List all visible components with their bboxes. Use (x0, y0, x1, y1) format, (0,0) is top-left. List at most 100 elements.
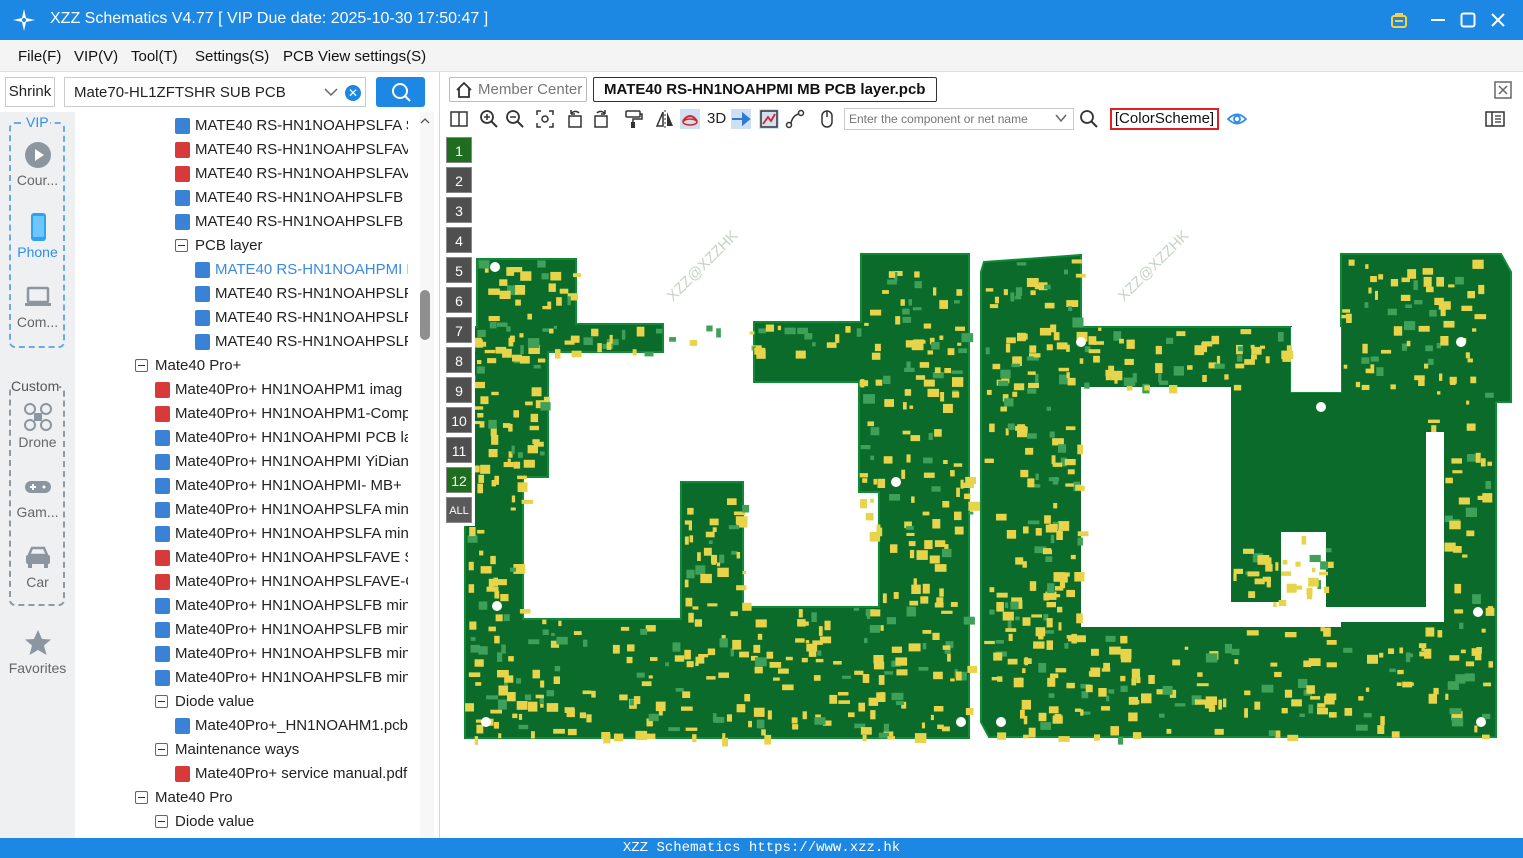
color-scheme-button[interactable]: [ColorScheme] (1110, 108, 1219, 130)
tree-file-row[interactable]: MATE40 RS-HN1NOAHPMI M (195, 258, 408, 282)
layer-button-6[interactable]: 6 (446, 287, 472, 313)
sidebar-item-gamepad[interactable]: Gam... (0, 472, 75, 520)
layer-button-3[interactable]: 3 (446, 197, 472, 223)
menu-tool[interactable]: Tool(T) (131, 48, 178, 65)
mouse-icon[interactable] (817, 109, 837, 129)
collapse-toggle-icon[interactable] (155, 815, 168, 828)
layer-button-7[interactable]: 7 (446, 317, 472, 343)
collapse-toggle-icon[interactable] (155, 743, 168, 756)
board-search-combo[interactable]: Mate70-HL1ZFTSHR SUB PCB ✕ (64, 77, 366, 107)
net-search-input[interactable] (844, 108, 1074, 130)
layer-button-1[interactable]: 1 (446, 137, 472, 163)
sidebar-item-car[interactable]: Car (0, 542, 75, 590)
tree-group-row[interactable]: Maintenance ways (155, 738, 408, 762)
collapse-toggle-icon[interactable] (175, 239, 188, 252)
tab-pcb-file[interactable]: MATE40 RS-HN1NOAHPMI MB PCB layer.pcb (593, 77, 937, 102)
tree-file-row[interactable]: Mate40Pro+ HN1NOAHPSLFB min (155, 618, 408, 642)
3d-view-button[interactable]: 3D (707, 110, 726, 127)
tree-file-row[interactable]: Mate40Pro+ HN1NOAHPSLFB min (155, 642, 408, 666)
board-search-value[interactable]: Mate70-HL1ZFTSHR SUB PCB (74, 84, 286, 101)
tree-file-row[interactable]: MATE40 RS-HN1NOAHPSLFA SU (175, 114, 408, 138)
layer-button-8[interactable]: 8 (446, 347, 472, 373)
tree-file-row[interactable]: Mate40Pro+ HN1NOAHPSLFAVE S (155, 546, 408, 570)
tree-file-row[interactable]: Mate40Pro+ HN1NOAHPM1 imag (155, 378, 408, 402)
net-highlight-icon[interactable] (759, 109, 779, 129)
tree-group-row[interactable]: Mate40 Pro+ (135, 354, 408, 378)
ghost-view-icon[interactable] (680, 109, 700, 129)
tree-file-row[interactable]: MATE40 RS-HN1NOAHPSLFAVE (175, 162, 408, 186)
search-icon[interactable] (1079, 109, 1099, 129)
collapse-toggle-icon[interactable] (155, 695, 168, 708)
search-button[interactable] (376, 77, 425, 107)
tree-file-row[interactable]: MATE40 RS-HN1NOAHPSLFB (195, 306, 408, 330)
vip-bag-icon[interactable] (1385, 6, 1413, 34)
minimize-button[interactable] (1424, 6, 1452, 34)
split-view-icon[interactable] (449, 109, 469, 129)
tree-file-row[interactable]: Mate40Pro+ HN1NOAHPSLFA min (155, 498, 408, 522)
sidebar-item-favorites[interactable]: Favorites (0, 628, 75, 676)
rotate-left-icon[interactable] (565, 109, 585, 129)
pcb-pad (1064, 269, 1068, 275)
tree-file-row[interactable]: Mate40Pro+ HN1NOAHPSLFA min (155, 522, 408, 546)
pcb-pad (532, 669, 540, 679)
tree-file-row[interactable]: Mate40Pro+ HN1NOAHPSLFB min (155, 594, 408, 618)
zoom-out-icon[interactable] (505, 109, 525, 129)
paint-roller-icon[interactable] (623, 109, 643, 129)
tree-group-row[interactable]: Mate40 Pro (135, 786, 408, 810)
tree-scrollbar[interactable] (420, 112, 434, 838)
menu-settings[interactable]: Settings(S) (195, 48, 269, 65)
tree-file-row[interactable]: MATE40 RS-HN1NOAHPSLFAVE (175, 138, 408, 162)
menu-file[interactable]: File(F) (18, 48, 61, 65)
sidebar-item-courses[interactable]: Cour... (0, 140, 75, 188)
fit-view-icon[interactable] (535, 109, 555, 129)
tree-group-row[interactable]: PCB layer (175, 234, 408, 258)
tree-group-row[interactable]: Diode value (155, 690, 408, 714)
collapse-toggle-icon[interactable] (135, 359, 148, 372)
shrink-button[interactable]: Shrink (5, 77, 55, 107)
tree-file-row[interactable]: Mate40Pro+ HN1NOAHPSLFB min (155, 666, 408, 690)
tree-group-row[interactable]: Diode value (155, 810, 408, 834)
chevron-down-icon[interactable] (1054, 111, 1068, 125)
layer-button-5[interactable]: 5 (446, 257, 472, 283)
clear-icon[interactable]: ✕ (345, 85, 361, 101)
layer-button-all[interactable]: ALL (446, 497, 472, 523)
sidebar-item-phone[interactable]: Phone (0, 212, 75, 260)
tree-file-row[interactable]: MATE40 RS-HN1NOAHPSLFB SU (175, 210, 408, 234)
flip-horizontal-icon[interactable] (655, 109, 675, 129)
tree-file-row[interactable]: Mate40Pro+ HN1NOAHPM1-Comp (155, 402, 408, 426)
pin-arrow-icon[interactable] (731, 109, 751, 129)
pcb-canvas[interactable]: XZZ@XZZHK XZZ@XZZHK (441, 132, 1523, 838)
tree-file-row[interactable]: Mate40Pro+ HN1NOAHPMI YiDian (155, 450, 408, 474)
layer-button-2[interactable]: 2 (446, 167, 472, 193)
tree-file-row[interactable]: Mate40Pro+_HN1NOAHM1.pcb (175, 714, 408, 738)
tree-file-row[interactable]: MATE40 RS-HN1NOAHPSLFB (195, 330, 408, 354)
layer-button-12[interactable]: 12 (446, 467, 472, 493)
eye-icon[interactable] (1227, 109, 1247, 129)
close-tabs-icon[interactable] (1493, 80, 1513, 100)
tree-file-row[interactable]: Mate40Pro+ HN1NOAHPMI PCB la (155, 426, 408, 450)
tree-file-row[interactable]: MATE40 RS-HN1NOAHPSLFB SU (175, 186, 408, 210)
sidebar-item-computer[interactable]: Com... (0, 282, 75, 330)
side-panel-icon[interactable] (1485, 109, 1505, 129)
sidebar-item-drone[interactable]: Drone (0, 402, 75, 450)
scrollbar-thumb[interactable] (420, 290, 430, 340)
layer-button-11[interactable]: 11 (446, 437, 472, 463)
chevron-up-icon[interactable] (420, 116, 430, 126)
menu-vip[interactable]: VIP(V) (74, 48, 118, 65)
trace-route-icon[interactable] (785, 109, 805, 129)
tab-member-center[interactable]: Member Center (449, 77, 587, 102)
tree-file-row[interactable]: Mate40Pro+ HN1NOAHPMI- MB+ (155, 474, 408, 498)
layer-button-9[interactable]: 9 (446, 377, 472, 403)
tree-file-row[interactable]: Mate40Pro+ service manual.pdf (175, 762, 408, 786)
layer-button-4[interactable]: 4 (446, 227, 472, 253)
chevron-down-icon[interactable] (323, 82, 339, 102)
zoom-in-icon[interactable] (479, 109, 499, 129)
layer-button-10[interactable]: 10 (446, 407, 472, 433)
menu-pcb-view-settings[interactable]: PCB View settings(S) (283, 48, 426, 65)
tree-file-row[interactable]: MATE40 RS-HN1NOAHPSLFA (195, 282, 408, 306)
tree-file-row[interactable]: Mate40Pro+ HN1NOAHPSLFAVE-C (155, 570, 408, 594)
collapse-toggle-icon[interactable] (135, 791, 148, 804)
maximize-button[interactable] (1454, 6, 1482, 34)
close-button[interactable] (1484, 6, 1512, 34)
rotate-right-icon[interactable] (591, 109, 611, 129)
